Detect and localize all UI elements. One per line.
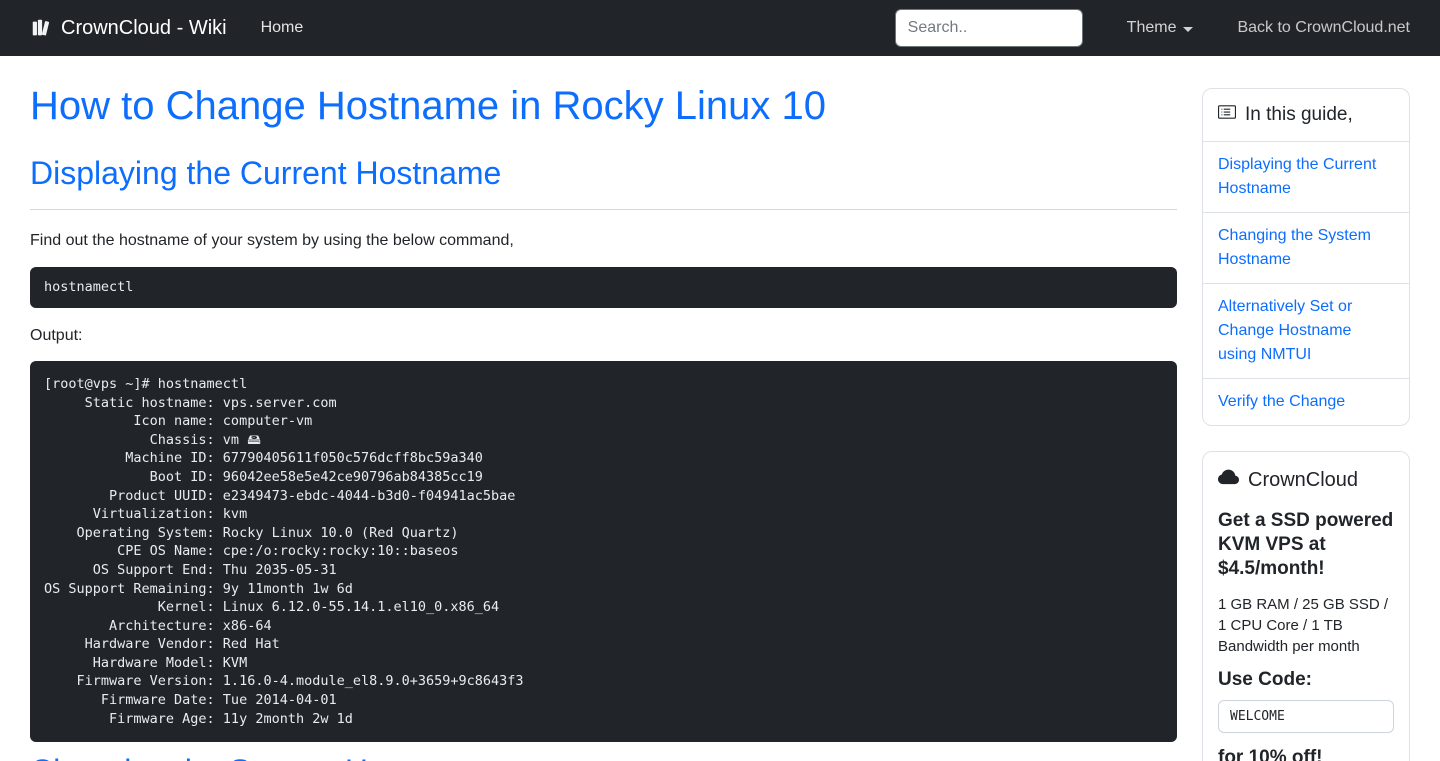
nav-link-back-to-crowncloud[interactable]: Back to CrownCloud.net <box>1237 19 1410 37</box>
section-divider <box>30 209 1177 211</box>
card-list-icon <box>1218 103 1236 127</box>
article-main: How to Change Hostname in Rocky Linux 10… <box>30 56 1177 761</box>
in-this-guide-card: In this guide, Displaying the Current Ho… <box>1202 88 1410 426</box>
guide-link-nmtui[interactable]: Alternatively Set or Change Hostname usi… <box>1203 283 1409 378</box>
sidebar: In this guide, Displaying the Current Ho… <box>1202 88 1410 761</box>
promo-coupon-code: WELCOME <box>1218 700 1394 733</box>
top-navbar: CrownCloud - Wiki Home Theme Back to Cro… <box>0 0 1440 56</box>
guide-link-changing-system-hostname[interactable]: Changing the System Hostname <box>1203 212 1409 283</box>
promo-specs-text: 1 GB RAM / 25 GB SSD / 1 CPU Core / 1 TB… <box>1218 596 1389 655</box>
chevron-down-icon <box>1183 26 1194 32</box>
section-heading-displaying-current-hostname: Displaying the Current Hostname <box>30 155 502 191</box>
promo-use-code-label: Use Code: <box>1218 669 1312 690</box>
promo-discount-text: for 10% off! <box>1218 747 1323 761</box>
guide-link-displaying-current-hostname[interactable]: Displaying the Current Hostname <box>1203 141 1409 212</box>
cloud-icon <box>1218 467 1239 494</box>
section-heading-changing-system-hostname: Changing the System Hostname <box>30 752 1177 761</box>
theme-dropdown-label: Theme <box>1126 19 1177 36</box>
page-title: How to Change Hostname in Rocky Linux 10 <box>30 84 826 128</box>
promo-title: CrownCloud <box>1248 469 1359 491</box>
page-container: How to Change Hostname in Rocky Linux 10… <box>0 56 1440 761</box>
navbar-right-group: Theme Back to CrownCloud.net <box>894 9 1410 47</box>
crowncloud-promo-card: CrownCloud Get a SSD powered KVM VPS at … <box>1202 451 1410 761</box>
brand-link[interactable]: CrownCloud - Wiki <box>30 17 227 40</box>
theme-dropdown[interactable]: Theme <box>1127 19 1194 37</box>
command-code-block: hostnamectl <box>30 267 1177 308</box>
in-this-guide-header: In this guide, <box>1203 89 1409 141</box>
guide-link-verify-change[interactable]: Verify the Change <box>1203 378 1409 425</box>
search-input[interactable] <box>894 9 1083 47</box>
promo-header: CrownCloud <box>1218 467 1394 494</box>
in-this-guide-title: In this guide, <box>1245 104 1353 125</box>
output-code-block: [root@vps ~]# hostnamectl Static hostnam… <box>30 360 1177 743</box>
nav-link-home[interactable]: Home <box>261 19 304 37</box>
promo-offer-text: Get a SSD powered KVM VPS at $4.5/month! <box>1218 510 1394 579</box>
brand-title: CrownCloud - Wiki <box>61 16 227 39</box>
output-label: Output: <box>30 326 83 344</box>
books-icon <box>30 17 52 39</box>
intro-paragraph: Find out the hostname of your system by … <box>30 232 514 250</box>
